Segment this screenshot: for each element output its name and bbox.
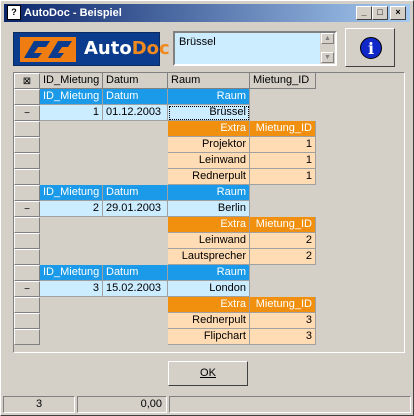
- collapse-icon[interactable]: −: [14, 105, 40, 121]
- table-row-cell[interactable]: 29.01.2003: [103, 201, 168, 217]
- table-row-cell[interactable]: 3: [40, 281, 103, 297]
- row-indicator[interactable]: [14, 169, 40, 185]
- ok-button[interactable]: OK: [168, 361, 248, 386]
- table-row-cell[interactable]: 2: [40, 201, 103, 217]
- app-window: ? AutoDoc - Beispiel _ □ × AutoDoc Brüss…: [0, 0, 414, 416]
- table-row-cell[interactable]: 1: [40, 105, 103, 121]
- data-grid[interactable]: ⊠ ID_Mietung Datum Raum Mietung_ID ID_Mietung…: [13, 72, 405, 353]
- info-button[interactable]: i: [345, 28, 395, 67]
- info-icon: i: [360, 37, 382, 59]
- memo-field[interactable]: Brüssel ▲ ▼: [173, 31, 337, 66]
- collapse-icon[interactable]: −: [14, 281, 40, 297]
- sub-row-cell[interactable]: 1: [250, 137, 316, 153]
- row-indicator[interactable]: [14, 313, 40, 329]
- row-indicator[interactable]: [14, 265, 40, 281]
- detail-header: Datum: [103, 265, 168, 281]
- sub-row-cell[interactable]: 1: [250, 153, 316, 169]
- column-header[interactable]: ID_Mietung: [40, 73, 103, 89]
- column-header[interactable]: Raum: [168, 73, 250, 89]
- logo-mark-icon: [20, 37, 76, 62]
- sub-row-cell[interactable]: Flipchart: [168, 329, 250, 345]
- row-indicator[interactable]: [14, 121, 40, 137]
- column-header[interactable]: Mietung_ID: [250, 73, 316, 89]
- sub-row-cell[interactable]: Leinwand: [168, 233, 250, 249]
- table-row-cell[interactable]: Brüssel: [168, 105, 250, 121]
- scroll-down-icon[interactable]: ▼: [321, 52, 334, 63]
- sub-row-cell[interactable]: Rednerpult: [168, 169, 250, 185]
- memo-value: Brüssel: [179, 36, 216, 48]
- status-value: 0,00: [77, 396, 167, 413]
- table-row-cell[interactable]: London: [168, 281, 250, 297]
- sub-row-cell[interactable]: Rednerpult: [168, 313, 250, 329]
- table-row-cell[interactable]: 15.02.2003: [103, 281, 168, 297]
- memo-scrollbar[interactable]: ▲ ▼: [320, 33, 335, 64]
- sub-row-cell[interactable]: 2: [250, 233, 316, 249]
- logo-text: AutoDoc: [84, 38, 170, 59]
- table-row-cell[interactable]: Berlin: [168, 201, 250, 217]
- detail-header: ID_Mietung: [40, 185, 103, 201]
- detail-header: Datum: [103, 185, 168, 201]
- maximize-button[interactable]: □: [372, 6, 388, 20]
- detail-header: ID_Mietung: [40, 89, 103, 105]
- column-header[interactable]: Datum: [103, 73, 168, 89]
- detail-header: Datum: [103, 89, 168, 105]
- sub-row-cell[interactable]: 3: [250, 313, 316, 329]
- row-indicator[interactable]: [14, 185, 40, 201]
- row-indicator[interactable]: [14, 137, 40, 153]
- row-indicator[interactable]: [14, 297, 40, 313]
- close-button[interactable]: ×: [390, 6, 406, 20]
- sub-header: Extra: [168, 217, 250, 233]
- title-bar[interactable]: ? AutoDoc - Beispiel _ □ ×: [4, 4, 410, 22]
- row-indicator[interactable]: [14, 153, 40, 169]
- grid-corner-icon[interactable]: ⊠: [14, 73, 40, 89]
- sub-row-cell[interactable]: 1: [250, 169, 316, 185]
- detail-header: Raum: [168, 265, 250, 281]
- sub-header: Mietung_ID: [250, 297, 316, 313]
- row-indicator[interactable]: [14, 233, 40, 249]
- collapse-icon[interactable]: −: [14, 201, 40, 217]
- sub-header: Mietung_ID: [250, 121, 316, 137]
- status-count: 3: [3, 396, 75, 413]
- detail-header: Raum: [168, 89, 250, 105]
- minimize-button[interactable]: _: [356, 6, 372, 20]
- row-indicator[interactable]: [14, 329, 40, 345]
- sub-row-cell[interactable]: 3: [250, 329, 316, 345]
- sub-row-cell[interactable]: Projektor: [168, 137, 250, 153]
- detail-header: Raum: [168, 185, 250, 201]
- sub-header: Extra: [168, 297, 250, 313]
- row-indicator[interactable]: [14, 89, 40, 105]
- sub-row-cell[interactable]: Leinwand: [168, 153, 250, 169]
- sub-header: Extra: [168, 121, 250, 137]
- detail-header: ID_Mietung: [40, 265, 103, 281]
- status-panel: [169, 396, 411, 413]
- app-icon[interactable]: ?: [7, 5, 21, 20]
- sub-row-cell[interactable]: 2: [250, 249, 316, 265]
- window-title: AutoDoc - Beispiel: [24, 7, 122, 19]
- table-row-cell[interactable]: 01.12.2003: [103, 105, 168, 121]
- scroll-up-icon[interactable]: ▲: [321, 33, 334, 44]
- row-indicator[interactable]: [14, 249, 40, 265]
- sub-row-cell[interactable]: Lautsprecher: [168, 249, 250, 265]
- sub-header: Mietung_ID: [250, 217, 316, 233]
- autodoc-logo: AutoDoc: [13, 32, 170, 66]
- row-indicator[interactable]: [14, 217, 40, 233]
